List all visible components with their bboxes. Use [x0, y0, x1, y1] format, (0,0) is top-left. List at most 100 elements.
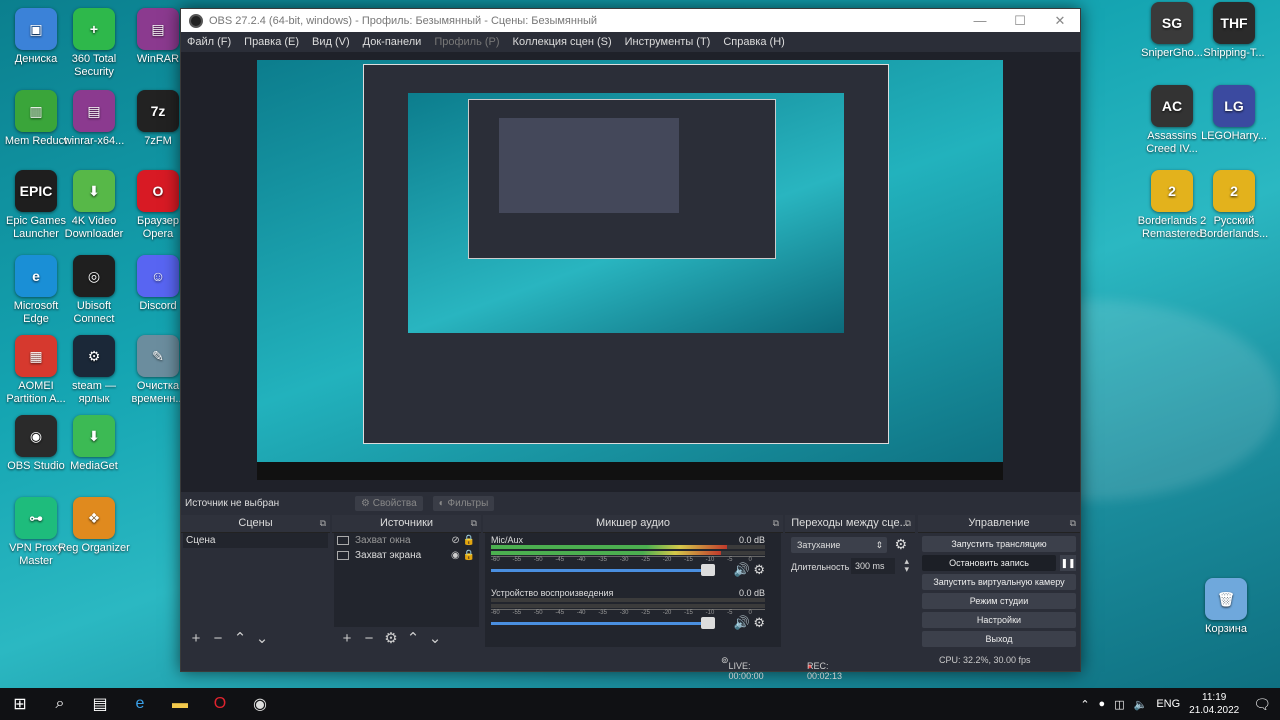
move-up-icon[interactable]: ⌃ [233, 629, 247, 647]
source-item-display-capture[interactable]: Захват экрана ◉ 🔒 [334, 548, 479, 563]
stop-recording-button[interactable]: Остановить запись [922, 555, 1056, 571]
remove-icon[interactable]: − [211, 630, 225, 647]
taskbar-explorer-icon[interactable]: ▬ [160, 688, 200, 720]
maximize-button[interactable]: ☐ [1000, 13, 1040, 29]
desktop-icon[interactable]: ◎ Ubisoft Connect [58, 255, 130, 326]
tray-network-icon[interactable]: ◫ [1114, 698, 1124, 711]
undock-icon[interactable]: ⧉ [471, 515, 477, 532]
desktop-icon[interactable]: THF Shipping-T... [1198, 2, 1270, 60]
menu-tools[interactable]: Инструменты (T) [625, 36, 711, 48]
minimize-button[interactable]: — [960, 13, 1000, 28]
notifications-icon[interactable]: 🗨 [1253, 696, 1271, 713]
tray-app-icon[interactable]: ● [1099, 698, 1106, 710]
menu-edit[interactable]: Правка (E) [244, 36, 299, 48]
move-up-icon[interactable]: ⌃ [406, 629, 420, 647]
meter-tick-label: -5 [727, 610, 733, 616]
preview-canvas[interactable] [181, 52, 1080, 492]
add-icon[interactable]: + [340, 630, 354, 647]
menu-view[interactable]: Вид (V) [312, 36, 350, 48]
preview-desktop-capture [257, 60, 1003, 480]
volume-slider-handle[interactable] [701, 564, 715, 576]
scene-item[interactable]: Сцена [183, 533, 328, 548]
meter-tick-label: -50 [533, 557, 543, 563]
stepper-icon[interactable]: ▴ ▾ [904, 557, 909, 574]
language-indicator[interactable]: ENG [1156, 698, 1180, 710]
controls-title: Управление [968, 517, 1030, 529]
eye-hidden-icon[interactable]: ⊘ 🔒 [451, 535, 475, 546]
menu-file[interactable]: Файл (F) [187, 36, 231, 48]
menu-scene-collection[interactable]: Коллекция сцен (S) [513, 36, 612, 48]
menu-help[interactable]: Справка (H) [723, 36, 784, 48]
gear-icon[interactable]: ⚙ [384, 629, 398, 647]
desktop-icon-label: Reg Organizer [58, 542, 130, 554]
undock-icon[interactable]: ⧉ [905, 515, 911, 532]
taskbar-opera-icon[interactable]: O [200, 688, 240, 720]
task-view-icon[interactable]: ▤ [80, 688, 120, 720]
archive-icon: ▤ [137, 8, 179, 50]
desktop-icon[interactable]: ▤ winrar-x64... [58, 90, 130, 148]
add-icon[interactable]: + [189, 630, 203, 647]
mixer-channel-desktop: Устройство воспроизведения 0.0 dB -60 -55… [487, 588, 769, 638]
channel-name: Mic/Aux [491, 535, 524, 545]
partition-icon: ▦ [15, 335, 57, 377]
meter-tick-label: -30 [619, 610, 629, 616]
desktop-icon[interactable]: 2 Русский Borderlands... [1198, 170, 1270, 241]
volume-slider-handle[interactable] [701, 617, 715, 629]
menu-docks[interactable]: Док-панели [363, 36, 422, 48]
epic-games-icon: EPIC [15, 170, 57, 212]
mute-icon[interactable]: 🔊 ⚙ [734, 562, 765, 578]
mixer-title: Микшер аудио [595, 517, 671, 529]
start-windows-icon[interactable]: ⊞ [0, 688, 40, 720]
sources-title: Источники [379, 517, 434, 529]
edge-icon: e [15, 255, 57, 297]
desktop-icon[interactable]: LG LEGOHarry... [1198, 85, 1270, 143]
desktop-icon[interactable]: 🗑 Корзина [1190, 578, 1262, 636]
tray-chevron-up-icon[interactable]: ⌃ [1080, 698, 1089, 711]
transitions-title: Переходы между сце... [791, 517, 909, 529]
move-down-icon[interactable]: ⌄ [428, 629, 442, 647]
desktop-icon[interactable]: ⬇ 4K Video Downloader [58, 170, 130, 241]
source-item-window-capture[interactable]: Захват окна ⊘ 🔒 [334, 533, 479, 548]
volume-slider[interactable] [491, 569, 707, 572]
preview-nested-preview [499, 118, 679, 213]
security-icon: + [73, 8, 115, 50]
taskbar-edge-icon[interactable]: e [120, 688, 160, 720]
desktop-icon[interactable]: ❖ Reg Organizer [58, 497, 130, 555]
start-streaming-button[interactable]: Запустить трансляцию [922, 536, 1076, 552]
close-button[interactable]: ✕ [1040, 13, 1080, 29]
gear-icon[interactable]: ⚙ [894, 536, 907, 553]
undock-icon[interactable]: ⧉ [1070, 515, 1076, 532]
search-icon[interactable]: ⌕ [40, 688, 80, 720]
remove-icon[interactable]: − [362, 630, 376, 647]
meter-tick-label: -5 [727, 557, 733, 563]
desktop-icon-label: winrar-x64... [63, 135, 125, 147]
start-virtual-camera-button[interactable]: Запустить виртуальную камеру [922, 574, 1076, 590]
pause-icon[interactable]: ❚❚ [1060, 555, 1076, 571]
mute-icon[interactable]: 🔊 ⚙ [734, 615, 765, 631]
taskbar-obs-icon[interactable]: ◉ [240, 688, 280, 720]
recycle-bin-icon: 🗑 [1205, 578, 1247, 620]
preview-taskbar [257, 462, 1003, 480]
duration-input[interactable]: 300 ms [851, 558, 895, 574]
studio-mode-button[interactable]: Режим студии [922, 593, 1076, 609]
chevron-updown-icon: ⇕ [875, 540, 883, 550]
settings-button[interactable]: Настройки [922, 612, 1076, 628]
source-toolbar: Источник не выбран ⚙ Свойства ◐ Фильтры [181, 492, 1080, 515]
move-down-icon[interactable]: ⌄ [255, 629, 269, 647]
meter-tick-label: -20 [662, 610, 672, 616]
meter-tick-label: -55 [512, 557, 522, 563]
ubisoft-icon: ◎ [73, 255, 115, 297]
undock-icon[interactable]: ⧉ [320, 515, 326, 532]
clock[interactable]: 11:19 21.04.2022 [1189, 691, 1239, 717]
volume-slider[interactable] [491, 622, 707, 625]
eye-icon[interactable]: ◉ 🔒 [451, 550, 475, 561]
tray-volume-icon[interactable]: 🔈 [1134, 698, 1148, 711]
game-icon: AC [1151, 85, 1193, 127]
desktop-icon[interactable]: +360 Total Security [58, 8, 130, 79]
undock-icon[interactable]: ⧉ [773, 515, 779, 532]
desktop-icon[interactable]: ⚙ steam — ярлык [58, 335, 130, 406]
meter-tick-label: -15 [684, 557, 693, 563]
exit-button[interactable]: Выход [922, 631, 1076, 647]
desktop-icon[interactable]: ⬇ MediaGet [58, 415, 130, 473]
transition-select[interactable]: Затухание ⇕ [791, 537, 887, 553]
